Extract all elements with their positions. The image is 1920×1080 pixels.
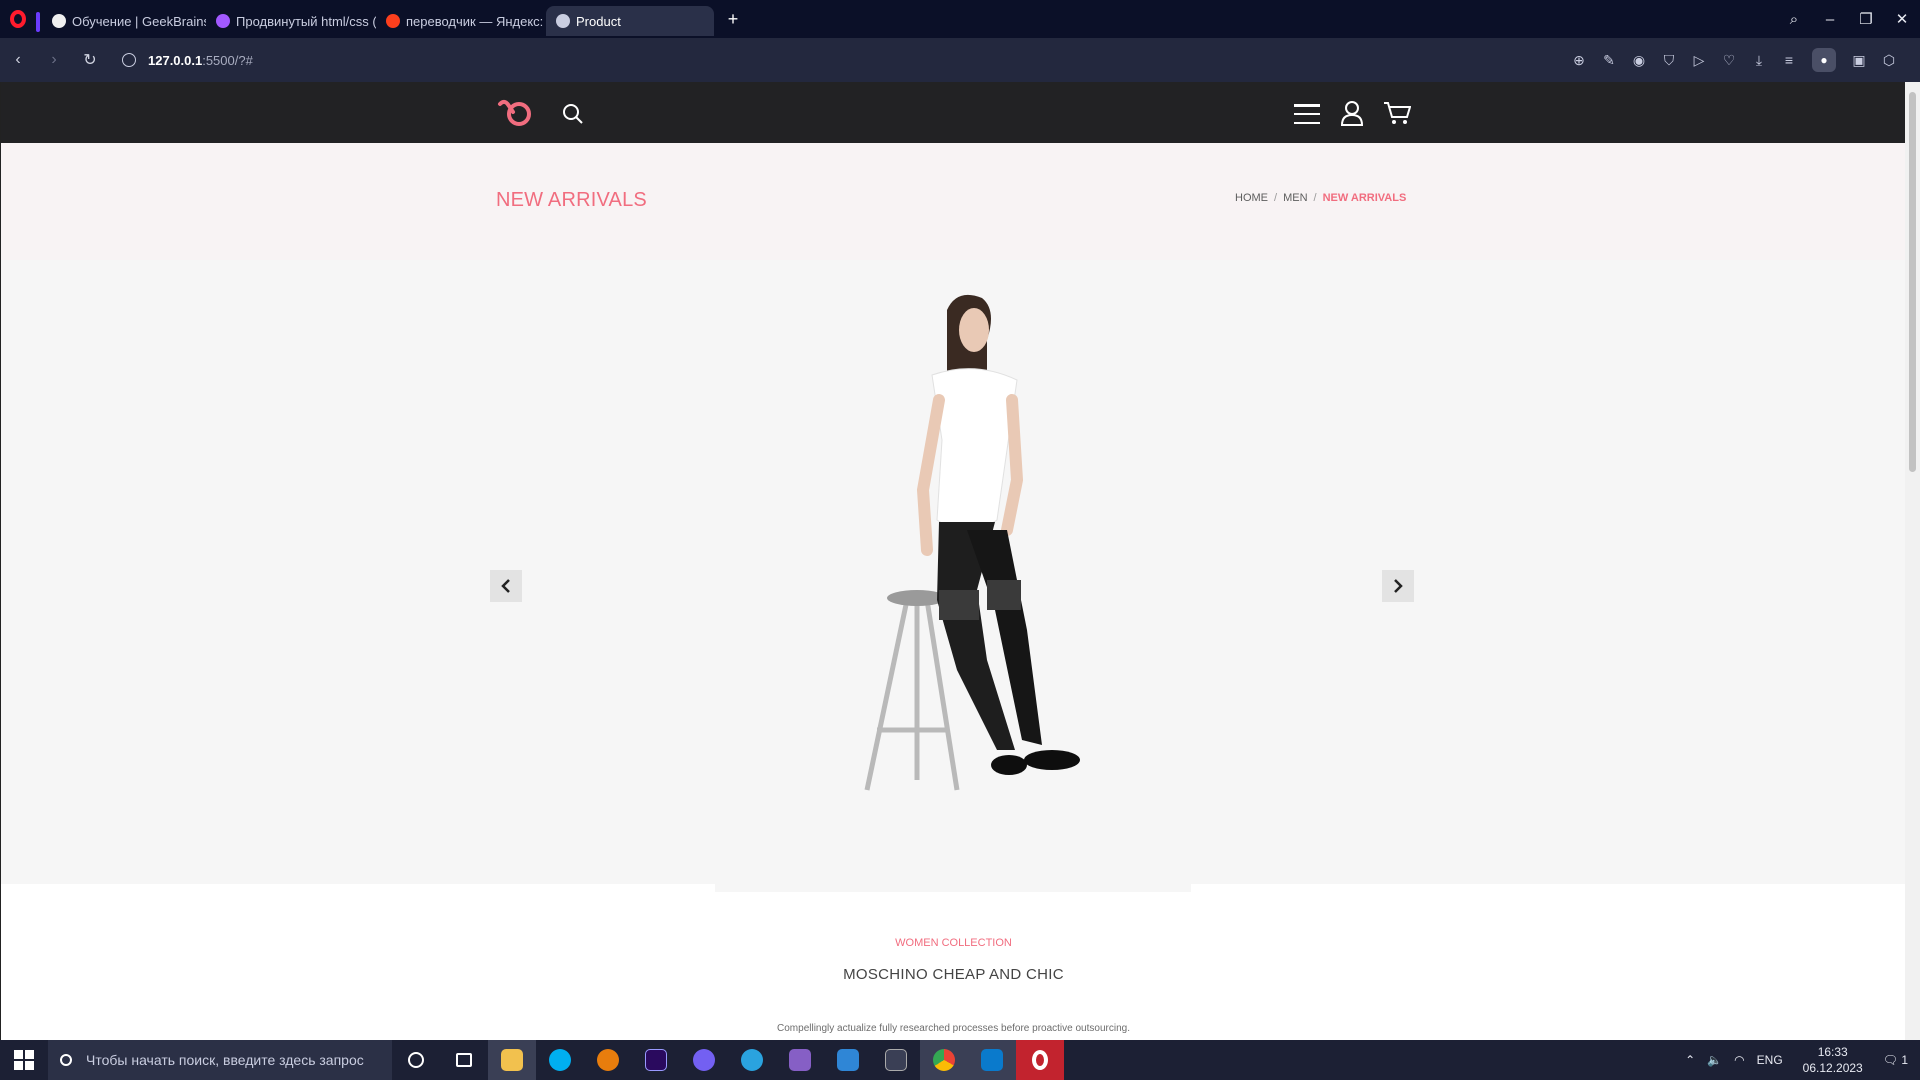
- edit-icon[interactable]: ✎: [1594, 52, 1624, 69]
- back-button[interactable]: ‹: [0, 51, 36, 69]
- close-button[interactable]: ✕: [1884, 10, 1920, 28]
- clock-time: 16:33: [1817, 1045, 1848, 1059]
- volume-icon[interactable]: 🔈: [1707, 1053, 1722, 1067]
- premiere-icon[interactable]: [632, 1040, 680, 1080]
- favicon-icon: [52, 14, 66, 28]
- breadcrumb-separator: /: [1274, 192, 1278, 204]
- tab-title: переводчик — Яндекс: н: [406, 13, 546, 29]
- site-header: [1, 82, 1906, 143]
- reload-button[interactable]: ↻: [72, 50, 108, 70]
- tab-product[interactable]: Product: [546, 6, 714, 36]
- opera-icon[interactable]: [1016, 1040, 1064, 1080]
- slider-next-button[interactable]: [1382, 570, 1414, 602]
- start-button[interactable]: [0, 1040, 48, 1080]
- system-tray: ⌃ 🔈 ◠ ENG 16:33 06.12.2023 🗨 1: [1679, 1040, 1920, 1080]
- breadcrumb-separator: /: [1313, 192, 1317, 204]
- brand-logo-icon[interactable]: [497, 96, 533, 128]
- collection-description: Compellingly actualize fully researched …: [777, 1023, 1130, 1034]
- task-view-icon[interactable]: [440, 1040, 488, 1080]
- collection-label: WOMEN COLLECTION: [895, 937, 1012, 949]
- breadcrumb: HOME / MEN / NEW ARRIVALS: [1235, 192, 1406, 204]
- wallet-icon[interactable]: ▣: [1844, 52, 1874, 69]
- browser-toolbar: ⊕ ✎ ◉ ⛉ ▷ ♡ ⤓ ≡ ● ▣ ⬡: [1564, 38, 1904, 82]
- hamburger-menu-icon[interactable]: [1294, 104, 1320, 124]
- url-host: 127.0.0.1: [148, 52, 203, 68]
- tab-accent-bar: [36, 12, 40, 32]
- visual-studio-icon[interactable]: [776, 1040, 824, 1080]
- tab-geekbrains[interactable]: Обучение | GeekBrains - о: [36, 6, 206, 36]
- cart-icon[interactable]: [1383, 101, 1411, 125]
- page-viewport: NEW ARRIVALS HOME / MEN / NEW ARRIVALS W…: [0, 82, 1920, 1040]
- search-icon: [60, 1054, 72, 1066]
- notification-count: 1: [1901, 1053, 1908, 1067]
- language-indicator[interactable]: ENG: [1757, 1053, 1783, 1067]
- site-info-icon[interactable]: [122, 53, 136, 67]
- chevron-up-icon[interactable]: ⌃: [1685, 1053, 1695, 1067]
- search-icon[interactable]: [562, 103, 584, 125]
- tab-yandex[interactable]: переводчик — Яндекс: н: [376, 6, 546, 36]
- scrollbar-thumb[interactable]: [1909, 92, 1916, 472]
- page-title-band: NEW ARRIVALS HOME / MEN / NEW ARRIVALS: [1, 143, 1906, 260]
- vscode-icon[interactable]: [968, 1040, 1016, 1080]
- yandex-favicon-icon: [386, 14, 400, 28]
- profile-icon[interactable]: ●: [1812, 48, 1836, 72]
- tab-title: Продвинутый html/css (С: [236, 13, 376, 29]
- url-path: :5500/?#: [202, 52, 253, 68]
- page-title: NEW ARRIVALS: [496, 189, 647, 211]
- play-icon[interactable]: ▷: [1684, 52, 1714, 69]
- browser-tab-bar: Обучение | GeekBrains - о Продвинутый ht…: [0, 0, 1920, 38]
- new-tab-button[interactable]: +: [722, 8, 744, 30]
- extensions-icon[interactable]: ⬡: [1874, 52, 1904, 69]
- window-controls: ⌕ – ❐ ✕: [1776, 0, 1920, 38]
- chevron-right-icon: [1394, 579, 1403, 593]
- windows-taskbar: Чтобы начать поиск, введите здесь запрос…: [0, 1040, 1920, 1080]
- minimize-button[interactable]: –: [1812, 11, 1848, 28]
- viber-icon[interactable]: [680, 1040, 728, 1080]
- app-icon[interactable]: [824, 1040, 872, 1080]
- notification-icon[interactable]: 🗨 1: [1883, 1053, 1908, 1067]
- tab-title: Обучение | GeekBrains - о: [72, 13, 206, 29]
- slider-prev-button[interactable]: [490, 570, 522, 602]
- camera-icon[interactable]: ◉: [1624, 52, 1654, 69]
- breadcrumb-home[interactable]: HOME: [1235, 192, 1268, 204]
- breadcrumb-men[interactable]: MEN: [1283, 192, 1307, 204]
- figma-favicon-icon: [216, 14, 230, 28]
- calculator-icon[interactable]: [872, 1040, 920, 1080]
- globe-favicon-icon: [556, 14, 570, 28]
- collection-title: MOSCHINO CHEAP AND CHIC: [843, 966, 1064, 983]
- vertical-scrollbar[interactable]: [1905, 82, 1920, 1040]
- zoom-icon[interactable]: ⊕: [1564, 52, 1594, 69]
- chrome-icon[interactable]: [920, 1040, 968, 1080]
- tab-search-icon[interactable]: ⌕: [1776, 11, 1812, 28]
- clock[interactable]: 16:33 06.12.2023: [1803, 1044, 1863, 1076]
- hero-bottom-strip: [715, 884, 1191, 892]
- user-account-icon[interactable]: [1340, 100, 1364, 126]
- forward-button[interactable]: ›: [36, 51, 72, 69]
- file-explorer-icon[interactable]: [488, 1040, 536, 1080]
- restore-button[interactable]: ❐: [1848, 10, 1884, 28]
- blender-like-icon[interactable]: [584, 1040, 632, 1080]
- taskbar-search-placeholder: Чтобы начать поиск, введите здесь запрос: [86, 1052, 364, 1068]
- address-bar: ‹ › ↻ 127.0.0.1:5500/?# ⊕ ✎ ◉ ⛉ ▷ ♡ ⤓ ≡ …: [0, 38, 1920, 82]
- wifi-icon[interactable]: ◠: [1734, 1053, 1744, 1067]
- breadcrumb-current: NEW ARRIVALS: [1322, 192, 1407, 204]
- product-hero-slider: [1, 260, 1906, 892]
- tab-title: Product: [576, 13, 621, 29]
- opera-menu-icon[interactable]: [0, 0, 36, 38]
- chevron-left-icon: [501, 579, 510, 593]
- taskbar-search-input[interactable]: Чтобы начать поиск, введите здесь запрос: [48, 1040, 392, 1080]
- heart-icon[interactable]: ♡: [1714, 52, 1744, 69]
- cortana-icon[interactable]: [392, 1040, 440, 1080]
- menu-icon[interactable]: ≡: [1774, 52, 1804, 68]
- tab-figma[interactable]: Продвинутый html/css (С: [206, 6, 376, 36]
- download-icon[interactable]: ⤓: [1744, 52, 1774, 69]
- skype-icon[interactable]: [536, 1040, 584, 1080]
- product-photo: [864, 294, 1080, 791]
- telegram-icon[interactable]: [728, 1040, 776, 1080]
- url-field[interactable]: 127.0.0.1:5500/?#: [122, 53, 253, 68]
- clock-date: 06.12.2023: [1802, 1061, 1863, 1075]
- shield-icon[interactable]: ⛉: [1654, 52, 1684, 69]
- windows-logo-icon: [14, 1050, 34, 1070]
